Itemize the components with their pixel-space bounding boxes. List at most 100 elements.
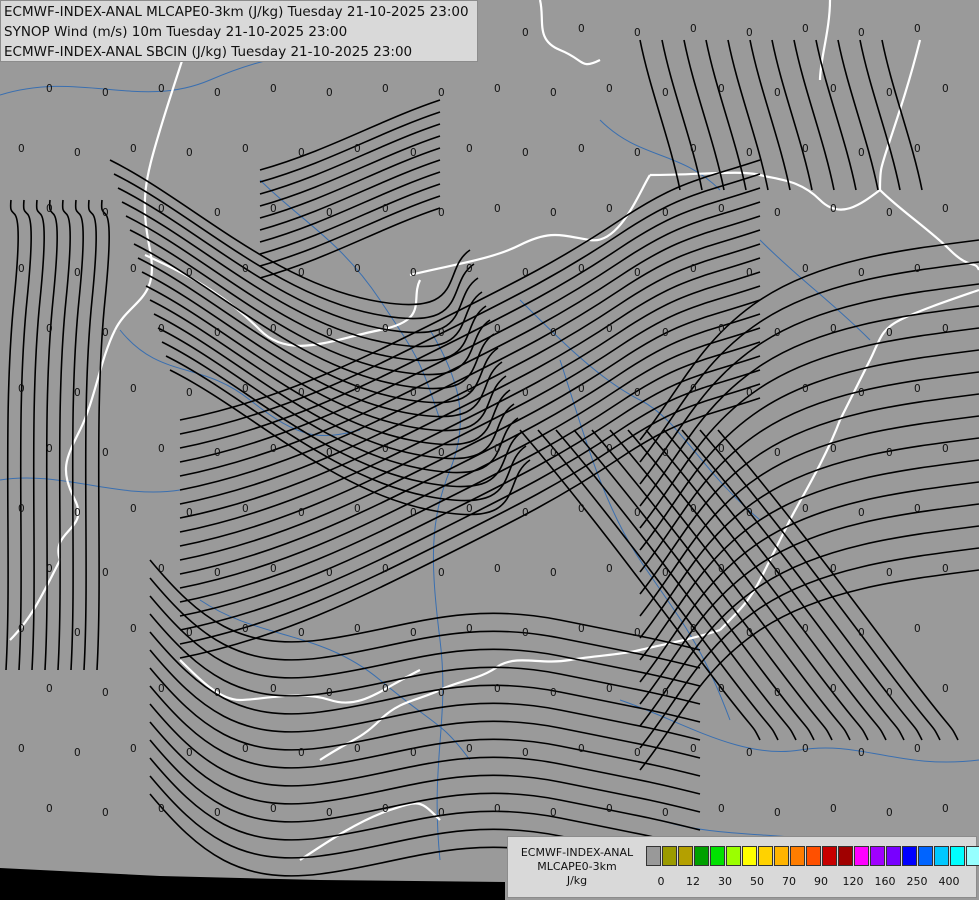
cape-value-label: 0 — [746, 507, 753, 519]
cape-value-label: 0 — [634, 387, 641, 399]
cape-value-label: 0 — [158, 203, 165, 215]
legend-swatch — [950, 846, 965, 866]
cape-value-label: 0 — [830, 203, 837, 215]
cape-value-label: 0 — [886, 207, 893, 219]
cape-value-label: 0 — [494, 203, 501, 215]
legend-swatch — [902, 846, 917, 866]
cape-value-label: 0 — [522, 507, 529, 519]
cape-value-label: 0 — [914, 503, 921, 515]
cape-value-label: 0 — [830, 323, 837, 335]
cape-value-label: 0 — [578, 143, 585, 155]
cape-value-label: 0 — [46, 683, 53, 695]
cape-value-label: 0 — [466, 743, 473, 755]
cape-value-label: 0 — [18, 263, 25, 275]
cape-value-label: 0 — [578, 503, 585, 515]
cape-value-label: 0 — [18, 743, 25, 755]
cape-value-label: 0 — [74, 267, 81, 279]
cape-value-label: 0 — [522, 27, 529, 39]
cape-value-label: 0 — [522, 147, 529, 159]
cape-value-label: 0 — [382, 683, 389, 695]
cape-value-label: 0 — [270, 683, 277, 695]
legend-swatch — [758, 846, 773, 866]
cape-value-label: 0 — [550, 327, 557, 339]
cape-value-label: 0 — [46, 443, 53, 455]
cape-value-label: 0 — [858, 267, 865, 279]
cape-value-label: 0 — [718, 803, 725, 815]
cape-value-label: 0 — [326, 567, 333, 579]
cape-value-label: 0 — [158, 563, 165, 575]
legend-swatch — [790, 846, 805, 866]
cape-value-label: 0 — [326, 207, 333, 219]
cape-value-label: 0 — [298, 387, 305, 399]
legend-tick-label: 90 — [814, 875, 828, 888]
legend-tick-label: 400 — [938, 875, 960, 888]
cape-value-label: 0 — [914, 743, 921, 755]
legend-swatches — [646, 846, 979, 866]
cape-value-label: 0 — [130, 143, 137, 155]
cape-value-label: 0 — [186, 147, 193, 159]
cape-value-label: 0 — [410, 747, 417, 759]
cape-value-label: 0 — [914, 263, 921, 275]
cape-value-label: 0 — [522, 267, 529, 279]
cape-value-label: 0 — [46, 803, 53, 815]
cape-value-label: 0 — [74, 747, 81, 759]
cape-value-label: 0 — [662, 687, 669, 699]
cape-value-label: 0 — [410, 267, 417, 279]
cape-value-label: 0 — [886, 807, 893, 819]
cape-value-label: 0 — [74, 147, 81, 159]
cape-value-label: 0 — [18, 383, 25, 395]
legend-swatch — [854, 846, 869, 866]
cape-value-label: 0 — [858, 747, 865, 759]
cape-value-label: 0 — [942, 83, 949, 95]
cape-value-label: 0 — [802, 263, 809, 275]
legend-tick-label: 12 — [686, 875, 700, 888]
cape-value-label: 0 — [214, 327, 221, 339]
cape-value-label: 0 — [130, 623, 137, 635]
cape-value-label: 0 — [102, 807, 109, 819]
cape-value-label: 0 — [298, 147, 305, 159]
cape-value-label: 0 — [690, 623, 697, 635]
cape-value-label: 0 — [214, 567, 221, 579]
legend-unit: J/kg — [566, 874, 588, 887]
cape-value-label: 0 — [942, 563, 949, 575]
cape-value-label: 0 — [634, 27, 641, 39]
cape-value-label: 0 — [718, 563, 725, 575]
cape-value-label: 0 — [662, 567, 669, 579]
cape-value-label: 0 — [438, 687, 445, 699]
cape-value-label: 0 — [802, 623, 809, 635]
cape-value-label: 0 — [438, 87, 445, 99]
cape-value-label: 0 — [242, 383, 249, 395]
cape-value-label: 0 — [18, 623, 25, 635]
cape-value-label: 0 — [774, 327, 781, 339]
cape-value-label: 0 — [466, 383, 473, 395]
cape-value-label: 0 — [606, 443, 613, 455]
cape-value-label: 0 — [74, 627, 81, 639]
legend-tick-label: 120 — [842, 875, 864, 888]
cape-value-label: 0 — [746, 747, 753, 759]
cape-value-label: 0 — [130, 383, 137, 395]
cape-value-label: 0 — [886, 567, 893, 579]
cape-value-label: 0 — [746, 27, 753, 39]
cape-value-label: 0 — [774, 207, 781, 219]
cape-value-label: 0 — [522, 627, 529, 639]
cape-value-label: 0 — [746, 387, 753, 399]
cape-value-label: 0 — [466, 503, 473, 515]
cape-value-label: 0 — [886, 687, 893, 699]
cape-value-label: 0 — [242, 263, 249, 275]
cape-value-label: 0 — [578, 263, 585, 275]
cape-value-label: 0 — [746, 147, 753, 159]
cape-value-label: 0 — [578, 383, 585, 395]
cape-value-label: 0 — [774, 87, 781, 99]
legend-swatch — [726, 846, 741, 866]
cape-value-label: 0 — [858, 627, 865, 639]
cape-value-label: 0 — [102, 87, 109, 99]
cape-value-label: 0 — [774, 567, 781, 579]
legend-swatch — [966, 846, 979, 866]
cape-value-label: 0 — [270, 203, 277, 215]
cape-value-label: 0 — [242, 143, 249, 155]
cape-value-label: 0 — [550, 87, 557, 99]
cape-value-label: 0 — [662, 807, 669, 819]
cape-value-label: 0 — [354, 143, 361, 155]
cape-value-label: 0 — [578, 23, 585, 35]
cape-value-label: 0 — [690, 383, 697, 395]
